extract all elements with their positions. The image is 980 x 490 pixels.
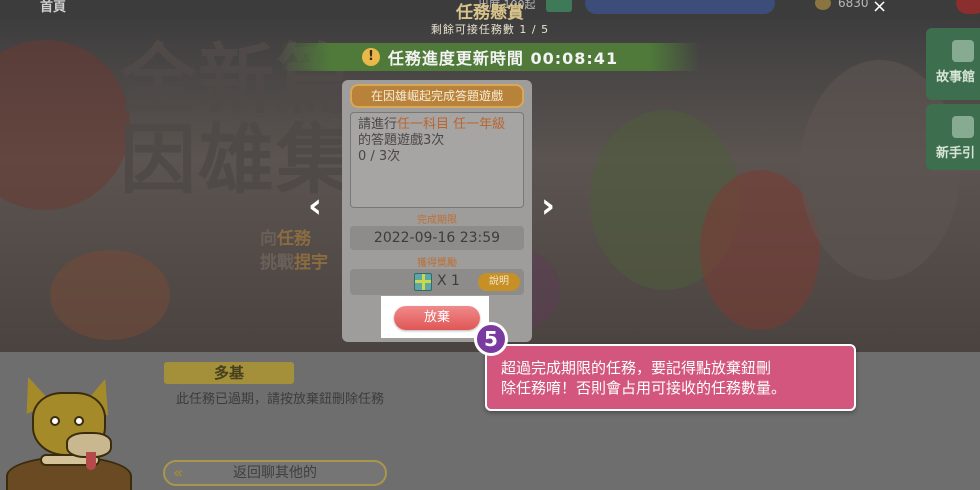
deadline-value: 2022-09-16 23:59 xyxy=(350,226,524,250)
banner-sub-prefix-1: 向 xyxy=(260,229,277,249)
quest-progress: 0 / 3次 xyxy=(358,149,401,164)
tutorial-tip-line-1: 超過完成期限的任務，要記得點放棄鈕刪 xyxy=(501,359,772,377)
quest-desc-suffix: 的答題遊戲3次 xyxy=(358,133,445,148)
banner-sub-prefix-2: 挑戰 xyxy=(260,252,294,273)
prev-arrow-icon[interactable]: ‹ xyxy=(308,186,322,226)
speaker-name: 多基 xyxy=(164,362,294,384)
mascot-eye xyxy=(50,416,60,426)
tutorial-tip: 超過完成期限的任務，要記得點放棄鈕刪 除任務唷！否則會占用可接收的任務數量。 xyxy=(485,344,856,411)
scene-shape xyxy=(0,40,130,210)
quest-desc-prefix: 請進行 xyxy=(358,117,398,132)
banner-sub-highlight-2: 捏宇 xyxy=(294,252,328,273)
quest-description: 請進行任一科目 任一年級的答題遊戲3次 0 / 3次 xyxy=(350,112,524,208)
next-arrow-icon[interactable]: › xyxy=(541,186,555,226)
book-icon xyxy=(952,40,974,62)
abandon-button[interactable]: 放棄 xyxy=(394,306,480,330)
mascot-eye xyxy=(74,416,84,426)
reward-quantity: X 1 xyxy=(437,273,460,289)
banner-sub-highlight-1: 任務 xyxy=(277,229,311,249)
scene-shape xyxy=(50,250,170,340)
progress-update-banner: ! 任務進度更新時間 00:08:41 xyxy=(280,43,700,71)
side-tab-label: 故事館 xyxy=(936,70,976,85)
reward-box: X 1 說明 xyxy=(350,269,524,295)
side-tab-label: 新手引 xyxy=(936,146,976,161)
side-tab-story[interactable]: 故事館 xyxy=(926,28,980,100)
tutorial-tip-line-2: 除任務唷！否則會占用可接收的任務數量。 xyxy=(501,379,787,397)
guide-icon xyxy=(952,116,974,138)
reward-label: 獲得獎勵 xyxy=(417,258,457,269)
quest-desc-highlight: 任一科目 任一年級 xyxy=(397,117,506,132)
dog-mascot xyxy=(0,372,140,490)
progress-update-text: 任務進度更新時間 00:08:41 xyxy=(387,49,619,68)
deadline-label: 完成期限 xyxy=(417,215,457,226)
step-number-badge: 5 xyxy=(474,322,508,356)
remaining-mission-count: 剩餘可接任務數 1 / 5 xyxy=(430,23,550,36)
back-to-chat-label: 返回聊其他的 xyxy=(233,465,317,481)
mascot-tongue xyxy=(86,452,96,470)
gift-box-icon xyxy=(414,273,432,291)
quest-title: 在因雄崛起完成答題遊戲 xyxy=(350,84,524,108)
explain-button[interactable]: 說明 xyxy=(478,273,520,291)
event-banner-subtitle: 向任務 挑戰捏宇 xyxy=(260,228,328,276)
speaker-message: 此任務已過期，請按放棄鈕刪除任務 xyxy=(176,392,385,407)
back-to-chat-button[interactable]: « 返回聊其他的 xyxy=(163,460,387,486)
alert-icon: ! xyxy=(361,48,380,66)
side-tab-guide[interactable]: 新手引 xyxy=(926,104,980,170)
double-chevron-left-icon: « xyxy=(173,463,184,482)
mission-title: 任務懸賞 xyxy=(456,3,524,23)
